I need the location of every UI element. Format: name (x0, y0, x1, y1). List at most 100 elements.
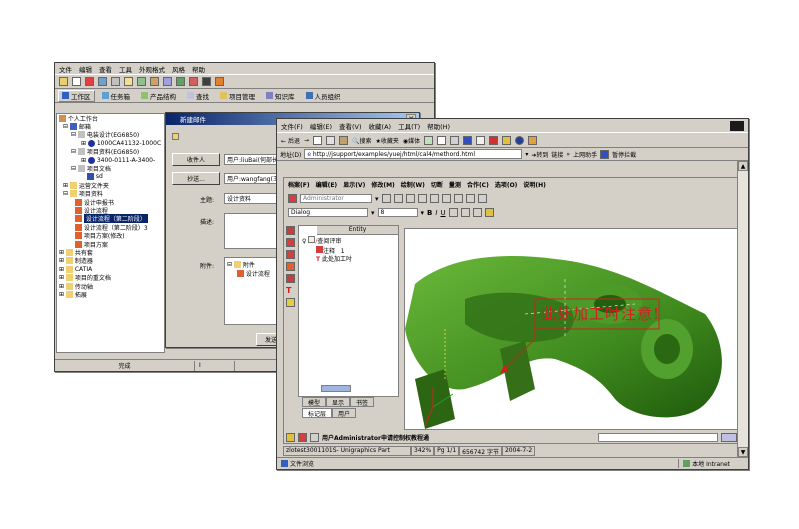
recipient-button[interactable]: 收件人 (172, 153, 220, 166)
menu-view[interactable]: 查看 (99, 64, 112, 74)
entity-root[interactable]: ♀ ∕查阅评审 (302, 236, 398, 246)
viewer-menu-view[interactable]: 显示(V) (343, 180, 365, 189)
dropdown-arrow-icon[interactable]: ▾ (525, 151, 528, 158)
tab-display[interactable]: 显示 (326, 397, 351, 407)
attachment-folder[interactable]: ⊟ 附件 (227, 260, 255, 269)
tab-workspace[interactable]: 工作区 (58, 89, 95, 102)
cut-icon[interactable] (59, 77, 68, 86)
attachment-item[interactable]: 设计流程 (227, 269, 270, 278)
select-tool-icon[interactable] (286, 226, 295, 235)
tree-item[interactable]: 设计申报书 (57, 198, 164, 207)
home-icon[interactable] (338, 135, 348, 145)
tab-bookmark[interactable]: 书签 (350, 397, 375, 407)
history-icon[interactable] (424, 135, 434, 145)
tree-item[interactable]: 项目方案 (57, 240, 164, 249)
viewer-menu-draw[interactable]: 绘制(W) (401, 180, 425, 189)
links-label[interactable]: 链接 (551, 150, 563, 159)
viewer-menu-cut[interactable]: 切断 (431, 180, 443, 189)
favorites-button[interactable]: ★收藏夹 (375, 136, 398, 145)
user-combo[interactable]: Administrator (300, 194, 372, 203)
network-icon[interactable] (176, 77, 185, 86)
entity-scrollbar[interactable] (321, 385, 351, 392)
mail-icon[interactable] (437, 135, 447, 145)
rectangle-tool-icon[interactable] (286, 238, 295, 247)
print-icon[interactable] (111, 77, 120, 86)
scroll-down-icon[interactable]: ▼ (738, 447, 748, 457)
viewer-menu-measure[interactable]: 量测 (449, 180, 461, 189)
stop-icon[interactable] (312, 135, 322, 145)
refresh-icon[interactable] (98, 77, 107, 86)
view-icon[interactable] (163, 77, 172, 86)
dropdown-arrow-icon[interactable]: ▾ (371, 209, 375, 217)
zoom-in-icon[interactable] (405, 194, 415, 203)
tab-users[interactable]: 用户 (332, 408, 357, 418)
refresh-icon[interactable] (325, 135, 335, 145)
menu-file[interactable]: 文件(F) (281, 121, 303, 131)
list-icon[interactable] (472, 208, 482, 217)
scroll-up-icon[interactable]: ▲ (738, 161, 748, 171)
tab-search[interactable]: 查找 (183, 90, 213, 102)
tab-taskbox[interactable]: 任务箱 (98, 90, 135, 102)
tab-product-structure[interactable]: 产品结构 (137, 90, 180, 102)
cc-button[interactable]: 抄送... (172, 172, 220, 185)
zoom-out-icon[interactable] (417, 194, 427, 203)
search-button[interactable]: 🔍搜索 (352, 136, 372, 145)
forward-icon[interactable]: → (304, 137, 309, 144)
view-icon[interactable] (453, 194, 463, 203)
tab-knowledge-base[interactable]: 知识库 (262, 90, 299, 102)
back-button[interactable]: ← 后退 (281, 136, 300, 145)
toolbar-icon[interactable] (528, 135, 538, 145)
go-button[interactable]: ➜转到 (531, 150, 548, 159)
toolbar-icon[interactable] (502, 135, 512, 145)
word-icon[interactable] (463, 135, 473, 145)
tree-icon[interactable] (137, 77, 146, 86)
menu-edit[interactable]: 编辑(E) (310, 121, 332, 131)
tab-model[interactable]: 模型 (302, 397, 327, 407)
viewer-menu-file[interactable]: 档案(F) (288, 180, 310, 189)
chat-icon[interactable] (286, 433, 295, 442)
menu-view[interactable]: 查看(V) (339, 121, 362, 131)
delete-icon[interactable] (85, 77, 94, 86)
tree-item[interactable]: ⊞ 拓展 (57, 290, 164, 299)
tree-item[interactable]: ⊞ 传动轴 (57, 282, 164, 291)
entity-text[interactable]: T 此处加工吋 (302, 256, 398, 264)
pan-icon[interactable] (393, 194, 403, 203)
tree-item[interactable]: ⊞ 制造器 (57, 257, 164, 265)
bold-icon[interactable]: B (427, 209, 432, 217)
underline-icon[interactable]: U (440, 209, 445, 217)
model-viewport[interactable]: 此处加工吋注意! (404, 228, 738, 430)
tab-markup-layer[interactable]: 标记层 (302, 408, 333, 418)
size-combo[interactable]: 8 (377, 208, 418, 217)
menu-tools[interactable]: 工具 (119, 64, 132, 74)
tree-item[interactable]: ⊞ 运营文件夹 (57, 181, 164, 190)
tab-organization[interactable]: 人员组织 (302, 90, 345, 102)
settings-icon[interactable] (202, 77, 211, 86)
align-center-icon[interactable] (460, 208, 470, 217)
help-icon[interactable] (215, 77, 224, 86)
tab-project-management[interactable]: 项目管理 (216, 90, 259, 102)
viewer-menu-edit[interactable]: 编辑(E) (316, 180, 338, 189)
print-icon[interactable] (450, 135, 460, 145)
tree-item[interactable]: ⊟ 项目文档 (57, 164, 164, 173)
fit-icon[interactable] (441, 194, 451, 203)
rotate-icon[interactable] (429, 194, 439, 203)
viewer-menu-collab[interactable]: 合作(C) (467, 180, 489, 189)
viewer-menu-modify[interactable]: 修改(M) (371, 180, 394, 189)
chat-send-button[interactable] (721, 433, 737, 442)
note-tool-icon[interactable] (286, 298, 295, 307)
tree-item[interactable]: ⊞ 共有套 (57, 248, 164, 257)
send-icon[interactable] (310, 433, 319, 442)
circle-tool-icon[interactable] (286, 250, 295, 259)
text-tool-icon[interactable]: T (286, 286, 296, 295)
address-input[interactable]: e http://jsupport/examples/yuej/html/cal… (304, 149, 523, 159)
font-combo[interactable]: Dialog (288, 208, 368, 217)
tree-item[interactable]: ⊟ 电装设计(EG6850) (57, 131, 164, 139)
menu-file[interactable]: 文件 (59, 64, 72, 74)
link-popup-blocker[interactable]: 暂停拦截 (612, 150, 636, 159)
menu-favorites[interactable]: 收藏(A) (369, 121, 392, 131)
more-links-icon[interactable]: » (566, 151, 570, 158)
pointer-icon[interactable] (381, 194, 391, 203)
messenger-icon[interactable] (515, 135, 525, 145)
annotation-text[interactable]: 此处加工吋注意! (541, 303, 660, 324)
tree-item[interactable]: 项目方案(修改) (57, 231, 164, 240)
